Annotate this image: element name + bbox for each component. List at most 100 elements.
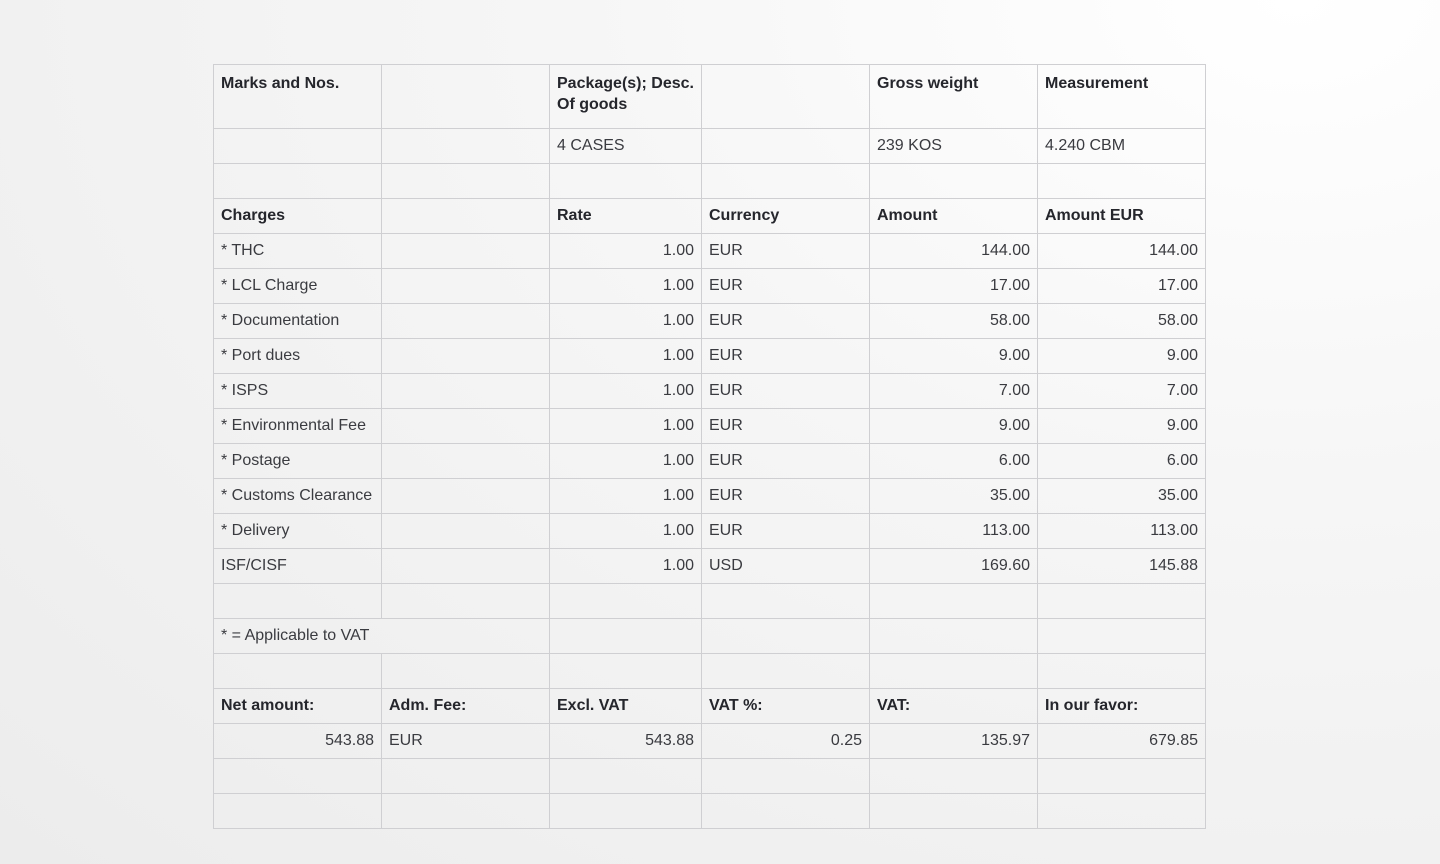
charge-currency: EUR: [701, 233, 870, 269]
blank-cell: [549, 583, 702, 619]
net-amount-value: 543.88: [213, 723, 382, 759]
packages-header: Package(s); Desc. Of goods: [549, 64, 702, 129]
blank-cell: [1037, 653, 1206, 689]
charge-amount: 58.00: [869, 303, 1038, 339]
in-our-favor-value: 679.85: [1037, 723, 1206, 759]
charge-amount-eur: 35.00: [1037, 478, 1206, 514]
empty-cell: [381, 338, 550, 374]
charge-row: * Environmental Fee 1.00 EUR 9.00 9.00: [213, 408, 1206, 444]
charge-rate: 1.00: [549, 268, 702, 304]
charge-row: * Port dues 1.00 EUR 9.00 9.00: [213, 338, 1206, 374]
empty-cell: [381, 513, 550, 549]
vat-value: 135.97: [869, 723, 1038, 759]
charge-name: * Postage: [213, 443, 382, 479]
charge-name: * Delivery: [213, 513, 382, 549]
empty-cell: [381, 303, 550, 339]
empty-header: [381, 64, 550, 129]
blank-cell: [213, 653, 382, 689]
charge-currency: USD: [701, 548, 870, 584]
charge-amount: 35.00: [869, 478, 1038, 514]
charge-currency: EUR: [701, 268, 870, 304]
totals-header-row: Net amount: Adm. Fee: Excl. VAT VAT %: V…: [213, 688, 1206, 724]
charge-amount: 7.00: [869, 373, 1038, 409]
blank-cell: [381, 163, 550, 199]
blank-row: [213, 653, 1206, 689]
blank-cell: [381, 653, 550, 689]
charge-rate: 1.00: [549, 513, 702, 549]
empty-cell: [381, 128, 550, 164]
blank-row: [213, 163, 1206, 199]
charge-rate: 1.00: [549, 233, 702, 269]
blank-cell: [549, 163, 702, 199]
marks-header: Marks and Nos.: [213, 64, 382, 129]
charge-row: * THC 1.00 EUR 144.00 144.00: [213, 233, 1206, 269]
blank-cell: [549, 793, 702, 829]
charge-row: * Documentation 1.00 EUR 58.00 58.00: [213, 303, 1206, 339]
charge-currency: EUR: [701, 513, 870, 549]
charge-name: * Port dues: [213, 338, 382, 374]
blank-cell: [213, 583, 382, 619]
goods-header-row: Marks and Nos. Package(s); Desc. Of good…: [213, 64, 1206, 129]
blank-cell: [869, 758, 1038, 794]
net-amount-header: Net amount:: [213, 688, 382, 724]
blank-cell: [213, 758, 382, 794]
packages-cell: 4 CASES: [549, 128, 702, 164]
charge-currency: EUR: [701, 478, 870, 514]
excl-vat-header: Excl. VAT: [549, 688, 702, 724]
amount-header: Amount: [869, 198, 1038, 234]
blank-row: [213, 583, 1206, 619]
charge-rate: 1.00: [549, 443, 702, 479]
charge-currency: EUR: [701, 373, 870, 409]
charge-row: * ISPS 1.00 EUR 7.00 7.00: [213, 373, 1206, 409]
vat-percent-header: VAT %:: [701, 688, 870, 724]
charge-row: * LCL Charge 1.00 EUR 17.00 17.00: [213, 268, 1206, 304]
blank-cell: [1037, 618, 1206, 654]
empty-cell: [381, 408, 550, 444]
blank-cell: [549, 653, 702, 689]
charge-row: * Customs Clearance 1.00 EUR 35.00 35.00: [213, 478, 1206, 514]
charge-rate: 1.00: [549, 478, 702, 514]
currency-header: Currency: [701, 198, 870, 234]
charge-row: ISF/CISF 1.00 USD 169.60 145.88: [213, 548, 1206, 584]
charge-rate: 1.00: [549, 408, 702, 444]
charges-header: Charges: [213, 198, 382, 234]
gross-weight-cell: 239 KOS: [869, 128, 1038, 164]
blank-cell: [381, 583, 550, 619]
blank-row: [213, 793, 1206, 829]
charge-amount: 169.60: [869, 548, 1038, 584]
vat-percent-value: 0.25: [701, 723, 870, 759]
blank-cell: [549, 618, 702, 654]
blank-cell: [701, 793, 870, 829]
blank-cell: [869, 793, 1038, 829]
in-our-favor-header: In our favor:: [1037, 688, 1206, 724]
blank-cell: [701, 163, 870, 199]
adm-fee-header: Adm. Fee:: [381, 688, 550, 724]
blank-cell: [213, 163, 382, 199]
blank-cell: [381, 793, 550, 829]
charge-rate: 1.00: [549, 338, 702, 374]
marks-cell: [213, 128, 382, 164]
gross-weight-header: Gross weight: [869, 64, 1038, 129]
blank-cell: [549, 758, 702, 794]
charges-header-row: Charges Rate Currency Amount Amount EUR: [213, 198, 1206, 234]
blank-cell: [701, 758, 870, 794]
charge-amount-eur: 144.00: [1037, 233, 1206, 269]
empty-header: [381, 198, 550, 234]
empty-cell: [381, 443, 550, 479]
empty-cell: [381, 268, 550, 304]
charge-name: * Documentation: [213, 303, 382, 339]
charge-amount: 113.00: [869, 513, 1038, 549]
empty-cell: [381, 373, 550, 409]
totals-values-row: 543.88 EUR 543.88 0.25 135.97 679.85: [213, 723, 1206, 759]
goods-row: 4 CASES 239 KOS 4.240 CBM: [213, 128, 1206, 164]
blank-cell: [1037, 163, 1206, 199]
charge-amount-eur: 9.00: [1037, 338, 1206, 374]
charge-rate: 1.00: [549, 303, 702, 339]
charge-rate: 1.00: [549, 373, 702, 409]
blank-cell: [1037, 583, 1206, 619]
charge-row: * Delivery 1.00 EUR 113.00 113.00: [213, 513, 1206, 549]
charge-amount-eur: 7.00: [1037, 373, 1206, 409]
charge-amount: 9.00: [869, 338, 1038, 374]
empty-header: [701, 64, 870, 129]
charge-amount-eur: 6.00: [1037, 443, 1206, 479]
